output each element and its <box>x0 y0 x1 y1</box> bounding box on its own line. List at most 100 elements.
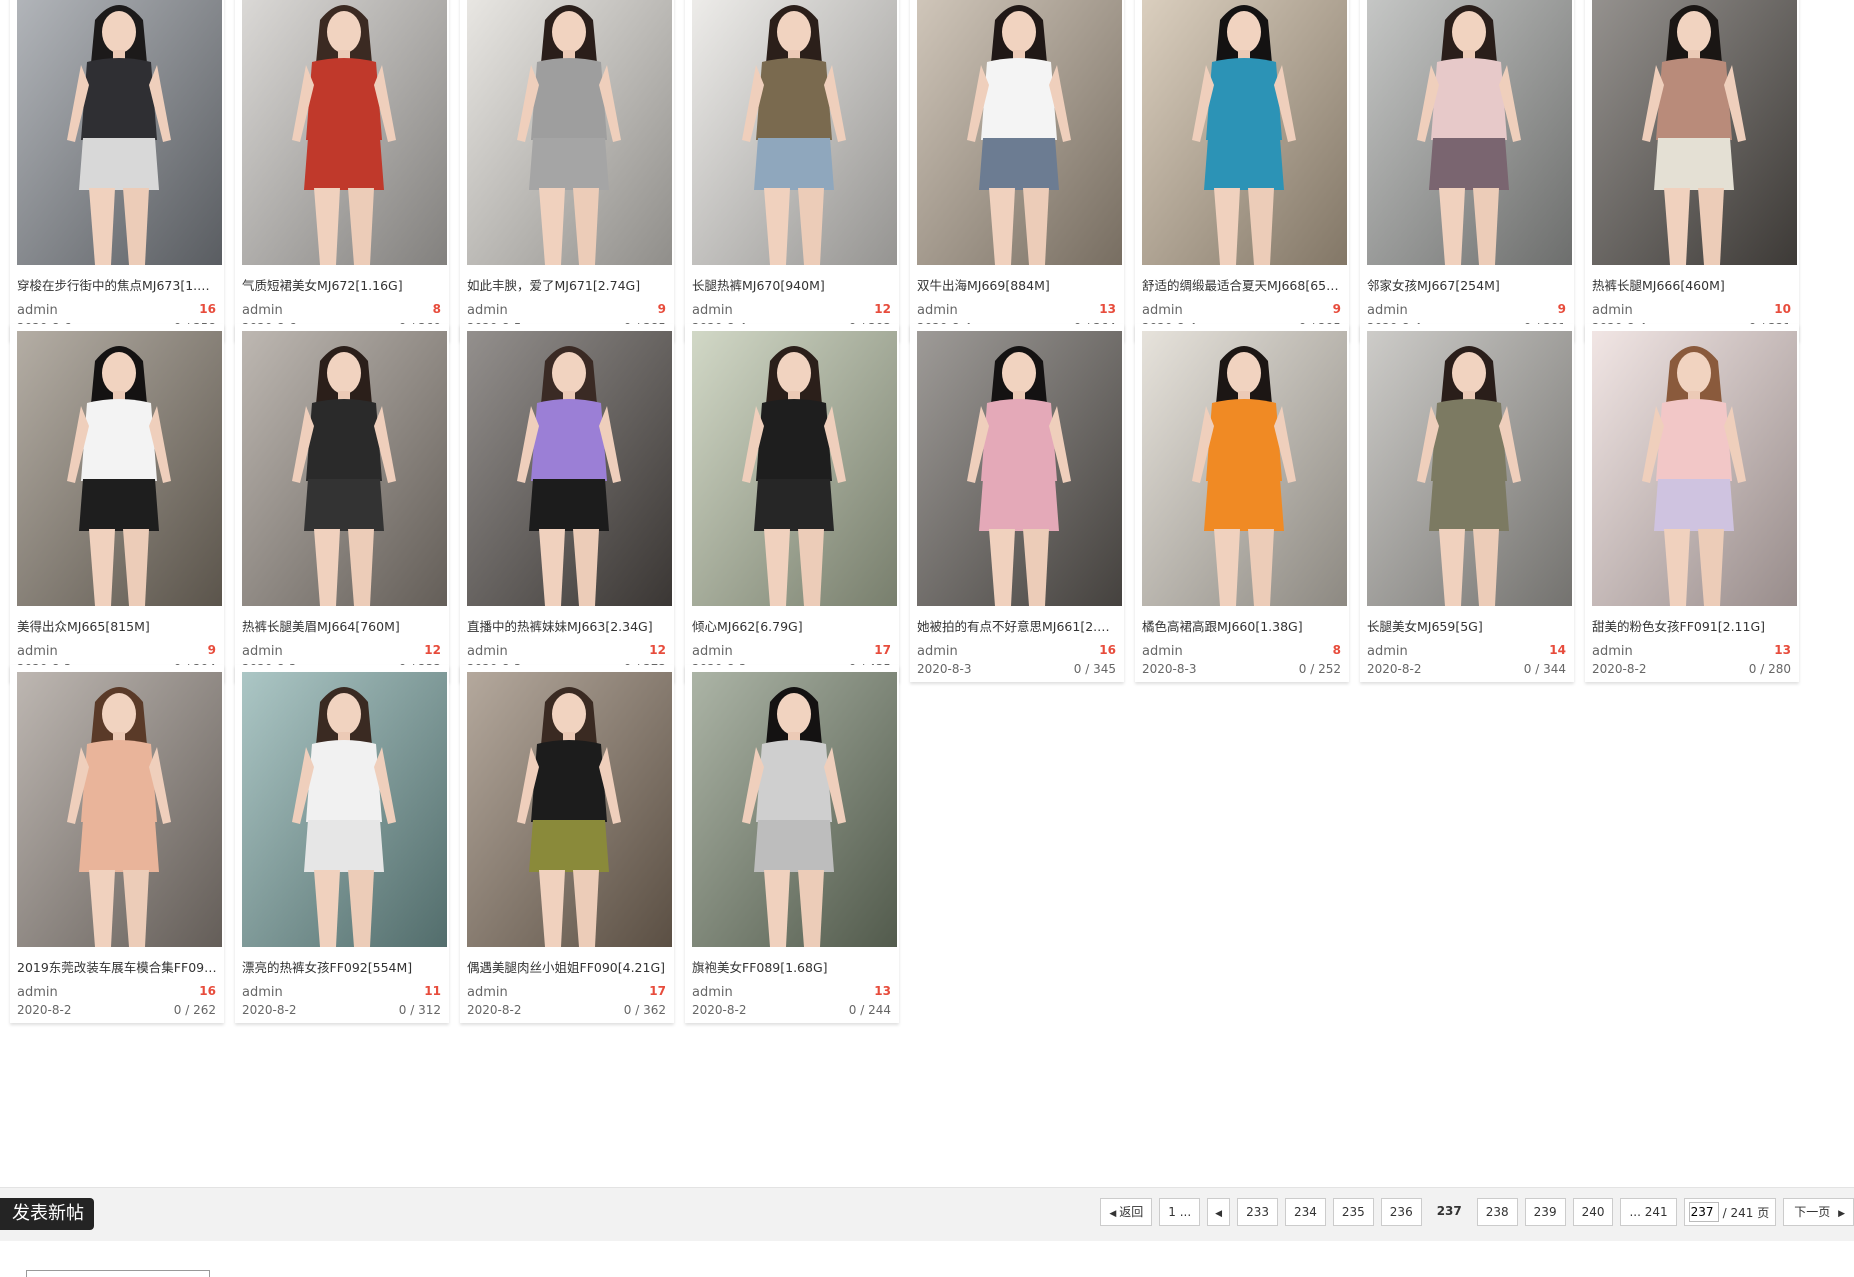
thread-title[interactable]: 她被拍的有点不好意思MJ661[2.39G] <box>917 619 1117 635</box>
thread-title[interactable]: 热裤长腿美眉MJ664[760M] <box>242 619 442 635</box>
thread-card[interactable]: 邻家女孩MJ667[254M]admin92020-8-40 / 301 <box>1360 0 1574 341</box>
thread-author[interactable]: admin <box>917 644 958 660</box>
prev-page-button[interactable]: ◀ <box>1207 1198 1231 1226</box>
thread-author[interactable]: admin <box>17 303 58 319</box>
thread-title[interactable]: 邻家女孩MJ667[254M] <box>1367 278 1567 294</box>
page-number-link[interactable]: 238 <box>1476 1198 1518 1226</box>
thread-title[interactable]: 长腿热裤MJ670[940M] <box>692 278 892 294</box>
thread-card[interactable]: 旗袍美女FF089[1.68G] admin 13 2020-8-2 0 / 244 <box>685 665 899 1023</box>
reply-count: 16 <box>199 302 216 316</box>
new-post-button[interactable]: 发表新帖 <box>0 1198 94 1230</box>
thread-author[interactable]: admin <box>1592 303 1633 319</box>
thread-card[interactable]: 橘色高裙高跟MJ660[1.38G] admin 8 2020-8-3 0 / 252 <box>1135 324 1349 682</box>
thread-card[interactable]: 穿梭在步行街中的焦点MJ673[1.4G]admin162020-8-60 / … <box>10 0 224 341</box>
thread-title[interactable]: 美得出众MJ665[815M] <box>17 619 217 635</box>
thread-title[interactable]: 气质短裙美女MJ672[1.16G] <box>242 278 442 294</box>
thread-author[interactable]: admin <box>1142 644 1183 660</box>
thread-author[interactable]: admin <box>917 303 958 319</box>
thread-title[interactable]: 偶遇美腿肉丝小姐姐FF090[4.21G] <box>467 960 667 976</box>
thread-title[interactable]: 橘色高裙高跟MJ660[1.38G] <box>1142 619 1342 635</box>
thread-card[interactable]: 她被拍的有点不好意思MJ661[2.39G] admin 16 2020-8-3 0 /… <box>910 324 1124 682</box>
reply-count: 17 <box>874 643 891 657</box>
thread-thumbnail[interactable] <box>17 672 222 947</box>
thread-thumbnail[interactable] <box>1142 0 1347 265</box>
thread-thumbnail[interactable] <box>1367 331 1572 606</box>
thread-author[interactable]: admin <box>17 644 58 660</box>
next-page-button[interactable]: 下一页 ▶ <box>1783 1198 1854 1226</box>
thread-thumbnail[interactable] <box>1592 0 1797 265</box>
last-page-link[interactable]: ... 241 <box>1620 1198 1677 1226</box>
thread-card[interactable]: 长腿美女MJ659[5G] admin 14 2020-8-2 0 / 344 <box>1360 324 1574 682</box>
thread-title[interactable]: 漂亮的热裤女孩FF092[554M] <box>242 960 442 976</box>
thread-thumbnail[interactable] <box>692 331 897 606</box>
thread-author[interactable]: admin <box>692 985 733 1001</box>
thread-author[interactable]: admin <box>467 985 508 1001</box>
thread-thumbnail[interactable] <box>1592 331 1797 606</box>
thread-card[interactable]: 2019东莞改装车展车模合集FF093[4... admin 16 2020-8-2 0… <box>10 665 224 1023</box>
thread-card[interactable]: 气质短裙美女MJ672[1.16G]admin82020-8-60 / 360 <box>235 0 449 341</box>
thread-thumbnail[interactable] <box>917 331 1122 606</box>
thread-thumbnail[interactable] <box>242 672 447 947</box>
footer-input-box[interactable] <box>26 1270 210 1277</box>
page-number-link[interactable]: 240 <box>1572 1198 1614 1226</box>
thread-thumbnail[interactable] <box>692 672 897 947</box>
thread-thumbnail[interactable] <box>692 0 897 265</box>
thread-author[interactable]: admin <box>467 303 508 319</box>
thread-author[interactable]: admin <box>242 985 283 1001</box>
thread-thumbnail[interactable] <box>242 331 447 606</box>
thread-card[interactable]: 偶遇美腿肉丝小姐姐FF090[4.21G] admin 17 2020-8-2 0 / … <box>460 665 674 1023</box>
thread-author[interactable]: admin <box>692 644 733 660</box>
thread-author[interactable]: admin <box>242 644 283 660</box>
first-page-link[interactable]: 1 ... <box>1159 1198 1201 1226</box>
thread-title[interactable]: 穿梭在步行街中的焦点MJ673[1.4G] <box>17 278 217 294</box>
thread-author[interactable]: admin <box>1142 303 1183 319</box>
thread-author[interactable]: admin <box>1367 644 1408 660</box>
chevron-right-icon: ▶ <box>1838 1209 1845 1219</box>
thread-card[interactable]: 双牛出海MJ669[884M]admin132020-8-40 / 364 <box>910 0 1124 341</box>
thread-thumbnail[interactable] <box>467 331 672 606</box>
thread-card[interactable]: 如此丰腴，爱了MJ671[2.74G]admin92020-8-50 / 385 <box>460 0 674 341</box>
page-number-link[interactable]: 233 <box>1237 1198 1278 1226</box>
thread-title[interactable]: 倾心MJ662[6.79G] <box>692 619 892 635</box>
thread-thumbnail[interactable] <box>17 0 222 265</box>
thread-title[interactable]: 直播中的热裤妹妹MJ663[2.34G] <box>467 619 667 635</box>
reply-count: 10 <box>1774 302 1791 316</box>
thread-thumbnail[interactable] <box>242 0 447 265</box>
thread-title[interactable]: 甜美的粉色女孩FF091[2.11G] <box>1592 619 1792 635</box>
thread-thumbnail[interactable] <box>467 0 672 265</box>
reply-count: 8 <box>432 302 441 316</box>
thread-author[interactable]: admin <box>692 303 733 319</box>
thread-thumbnail[interactable] <box>467 672 672 947</box>
thread-card[interactable]: 热裤长腿美眉MJ664[760M]admin122020-8-30 / 233 <box>235 324 449 682</box>
thread-card[interactable]: 直播中的热裤妹妹MJ663[2.34G]admin122020-8-30 / 3… <box>460 324 674 682</box>
thread-author[interactable]: admin <box>17 985 58 1001</box>
thread-author[interactable]: admin <box>1592 644 1633 660</box>
thread-title[interactable]: 2019东莞改装车展车模合集FF093[4... <box>17 960 217 976</box>
thread-title[interactable]: 双牛出海MJ669[884M] <box>917 278 1117 294</box>
page-number-link[interactable]: 234 <box>1284 1198 1326 1226</box>
thread-thumbnail[interactable] <box>1367 0 1572 265</box>
thread-title[interactable]: 旗袍美女FF089[1.68G] <box>692 960 892 976</box>
thread-card[interactable]: 甜美的粉色女孩FF091[2.11G] admin 13 2020-8-2 0 / 28… <box>1585 324 1799 682</box>
thread-thumbnail[interactable] <box>17 331 222 606</box>
page-number-link[interactable]: 236 <box>1380 1198 1422 1226</box>
thread-thumbnail[interactable] <box>1142 331 1347 606</box>
thread-author[interactable]: admin <box>467 644 508 660</box>
back-button[interactable]: ◀ 返回 <box>1100 1198 1153 1226</box>
thread-card[interactable]: 舒适的绸缎最适合夏天MJ668[652M]admin92020-8-40 / 2… <box>1135 0 1349 341</box>
thread-title[interactable]: 热裤长腿MJ666[460M] <box>1592 278 1792 294</box>
thread-card[interactable]: 长腿热裤MJ670[940M]admin122020-8-40 / 303 <box>685 0 899 341</box>
thread-card[interactable]: 美得出众MJ665[815M]admin92020-8-30 / 294 <box>10 324 224 682</box>
thread-card[interactable]: 热裤长腿MJ666[460M]admin102020-8-40 / 321 <box>1585 0 1799 341</box>
thread-title[interactable]: 长腿美女MJ659[5G] <box>1367 619 1567 635</box>
page-jump-input[interactable] <box>1688 1202 1719 1222</box>
thread-card[interactable]: 漂亮的热裤女孩FF092[554M] admin 11 2020-8-2 0 / 312 <box>235 665 449 1023</box>
thread-title[interactable]: 舒适的绸缎最适合夏天MJ668[652M] <box>1142 278 1342 294</box>
thread-card[interactable]: 倾心MJ662[6.79G]admin172020-8-30 / 435 <box>685 324 899 682</box>
thread-author[interactable]: admin <box>242 303 283 319</box>
thread-thumbnail[interactable] <box>917 0 1122 265</box>
page-number-link[interactable]: 235 <box>1332 1198 1374 1226</box>
thread-author[interactable]: admin <box>1367 303 1408 319</box>
page-number-link[interactable]: 239 <box>1524 1198 1566 1226</box>
thread-title[interactable]: 如此丰腴，爱了MJ671[2.74G] <box>467 278 667 294</box>
